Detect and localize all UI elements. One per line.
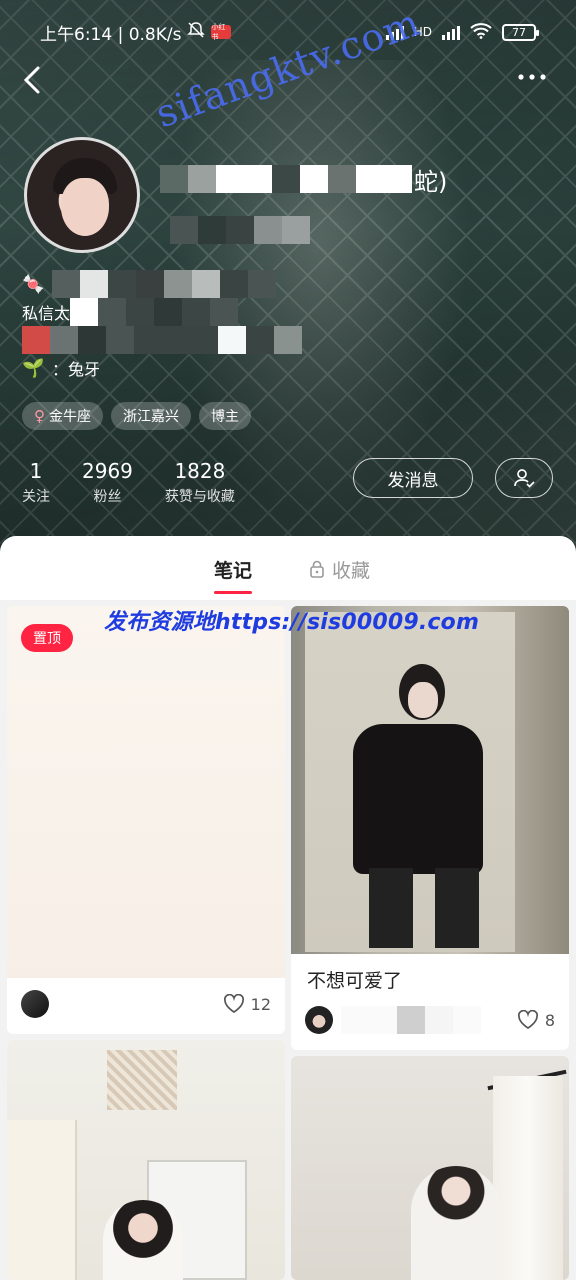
user-check-icon bbox=[514, 469, 535, 488]
author-avatar[interactable] bbox=[21, 990, 49, 1018]
note-card[interactable] bbox=[291, 1056, 569, 1280]
note-card[interactable]: 置顶 12 bbox=[7, 606, 285, 1034]
note-cover-image bbox=[7, 606, 285, 978]
pinned-badge: 置顶 bbox=[21, 624, 73, 652]
profile-tags: ♀ 金牛座 浙江嘉兴 博主 bbox=[22, 402, 251, 430]
chevron-left-icon bbox=[23, 66, 40, 94]
bio-line-4: ：兔牙 bbox=[52, 360, 101, 379]
signal-icon bbox=[385, 24, 404, 40]
send-message-button[interactable]: 发消息 bbox=[353, 458, 473, 498]
note-card[interactable]: 不想可爱了 8 bbox=[291, 606, 569, 1050]
battery-level: 77 bbox=[512, 25, 526, 39]
profile-header: 上午6:14 | 0.8K/s 小红书 HD 77 蛇) 🍬 私信太 🌱 ：兔牙… bbox=[0, 0, 576, 560]
author-avatar[interactable] bbox=[305, 1006, 333, 1034]
candy-icon: 🍬 bbox=[22, 273, 45, 295]
wifi-icon bbox=[470, 22, 492, 42]
tag-location[interactable]: 浙江嘉兴 bbox=[111, 402, 191, 430]
name-tail-text: 蛇) bbox=[414, 167, 448, 196]
like-count[interactable]: 8 bbox=[517, 1010, 555, 1030]
profile-name: 蛇) bbox=[160, 162, 447, 196]
heart-icon bbox=[517, 1010, 538, 1029]
note-cover-image bbox=[7, 1040, 285, 1280]
note-card[interactable] bbox=[7, 1040, 285, 1280]
tag-zodiac[interactable]: ♀ 金牛座 bbox=[22, 402, 103, 430]
sprout-icon: 🌱 bbox=[22, 357, 45, 379]
content-tabs: 笔记 收藏 bbox=[0, 536, 576, 600]
mute-bell-icon bbox=[187, 21, 206, 44]
name-mosaic bbox=[160, 165, 412, 193]
note-cover-image bbox=[291, 1056, 569, 1280]
back-button[interactable] bbox=[18, 62, 54, 98]
battery-icon: 77 bbox=[502, 23, 539, 41]
stat-followers[interactable]: 2969 粉丝 bbox=[82, 458, 133, 506]
stat-following[interactable]: 1 关注 bbox=[22, 458, 50, 506]
note-cover-image bbox=[291, 606, 569, 954]
profile-bio: 🍬 私信太 🌱 ：兔牙 bbox=[22, 270, 302, 382]
xiaohongshu-app-icon: 小红书 bbox=[211, 23, 232, 41]
more-button[interactable] bbox=[512, 62, 552, 98]
profile-id-mosaic bbox=[170, 216, 310, 244]
status-bar: 上午6:14 | 0.8K/s 小红书 HD 77 bbox=[0, 16, 576, 48]
tag-role[interactable]: 博主 bbox=[199, 402, 251, 430]
ad-watermark-banner: 发布资源地https://sis00009.com bbox=[104, 610, 480, 635]
more-dots-icon bbox=[518, 74, 546, 80]
profile-stats: 1 关注 2969 粉丝 1828 获赞与收藏 bbox=[22, 458, 235, 506]
hd-label: HD bbox=[413, 25, 432, 39]
female-icon: ♀ bbox=[34, 407, 45, 425]
heart-icon bbox=[223, 994, 244, 1013]
note-title: 不想可爱了 bbox=[307, 970, 403, 992]
stat-likes-collections[interactable]: 1828 获赞与收藏 bbox=[165, 458, 235, 506]
lock-icon bbox=[310, 560, 324, 578]
like-count[interactable]: 12 bbox=[223, 994, 271, 1014]
bio-line-2: 私信太 bbox=[22, 304, 71, 323]
profile-avatar[interactable] bbox=[24, 137, 140, 253]
tab-collections[interactable]: 收藏 bbox=[308, 554, 370, 584]
follow-button[interactable] bbox=[495, 458, 553, 498]
status-time: 上午6:14 | 0.8K/s bbox=[40, 24, 182, 45]
author-name-mosaic bbox=[341, 1006, 481, 1034]
tab-notes[interactable]: 笔记 bbox=[214, 554, 253, 594]
signal-icon-2 bbox=[442, 24, 460, 40]
